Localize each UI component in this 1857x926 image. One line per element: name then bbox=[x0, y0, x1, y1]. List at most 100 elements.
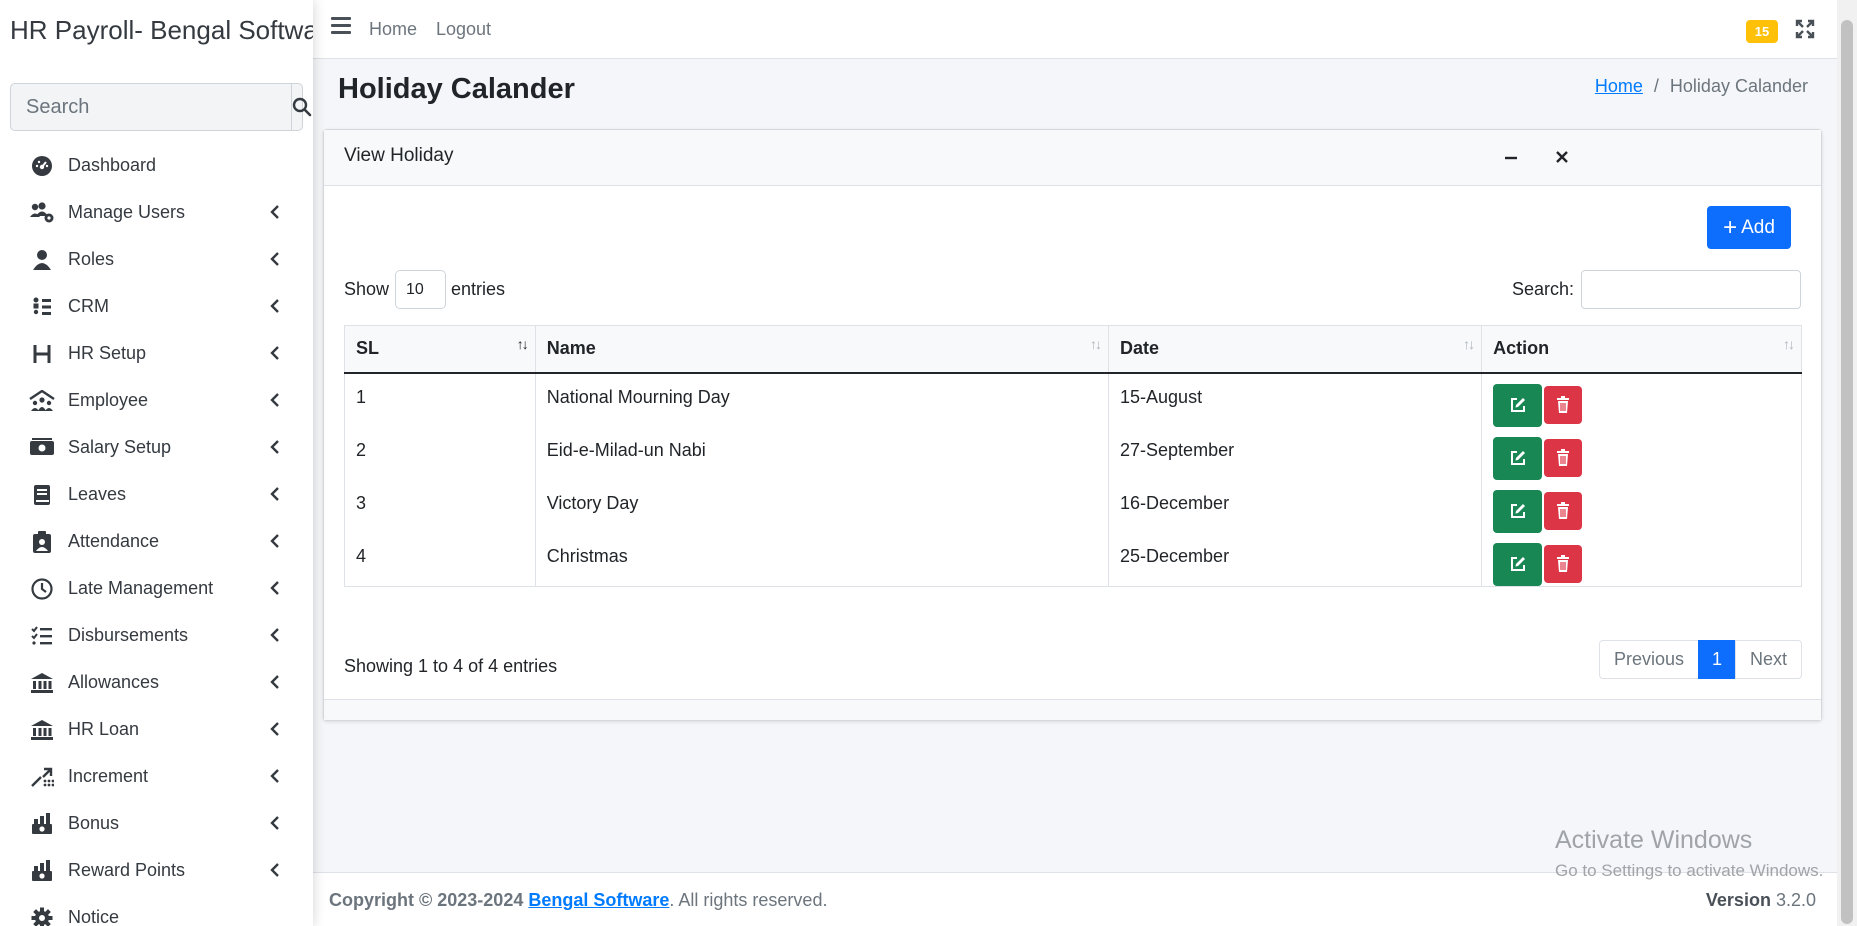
plus-icon: + bbox=[1723, 213, 1738, 241]
chevron-left-icon bbox=[270, 298, 280, 319]
cell-action bbox=[1481, 426, 1802, 480]
delete-button[interactable] bbox=[1544, 544, 1583, 583]
sidebar-item-reward-points[interactable]: Reward Points bbox=[0, 847, 313, 894]
sidebar-item-employee[interactable]: Employee bbox=[0, 377, 313, 424]
sidebar-item-roles[interactable]: Roles bbox=[0, 236, 313, 283]
edit-button[interactable] bbox=[1493, 489, 1543, 533]
column-header-action[interactable]: Action ↑↓ bbox=[1481, 325, 1802, 374]
breadcrumb-home-link[interactable]: Home bbox=[1595, 76, 1643, 96]
add-holiday-button[interactable]: + Add bbox=[1707, 206, 1791, 249]
column-header-sl[interactable]: SL ↑↓ bbox=[344, 325, 536, 374]
delete-button[interactable] bbox=[1544, 491, 1583, 530]
cell-sl: 3 bbox=[344, 479, 536, 533]
holiday-table: SL ↑↓ Name ↑↓ Date ↑↓ Action ↑↓ 1 National Mo… bbox=[344, 325, 1802, 587]
sidebar-item-dashboard[interactable]: Dashboard bbox=[0, 142, 313, 189]
sidebar-item-allowances[interactable]: Allowances bbox=[0, 659, 313, 706]
chevron-left-icon bbox=[270, 533, 280, 554]
column-header-name[interactable]: Name ↑↓ bbox=[534, 325, 1110, 374]
copyright: Copyright © 2023-2024 Bengal Software. A… bbox=[329, 890, 827, 911]
top-navbar: Home Logout 15 bbox=[313, 0, 1837, 59]
column-header-date[interactable]: Date ↑↓ bbox=[1108, 325, 1483, 374]
chevron-left-icon bbox=[270, 204, 280, 225]
sort-icon: ↑↓ bbox=[1090, 336, 1102, 352]
sort-icon: ↑↓ bbox=[1783, 336, 1795, 352]
sidebar-item-crm[interactable]: CRM bbox=[0, 283, 313, 330]
sidebar-item-salary-setup[interactable]: Salary Setup bbox=[0, 424, 313, 471]
sort-icon: ↑↓ bbox=[1463, 336, 1475, 352]
collapse-icon[interactable] bbox=[1500, 146, 1522, 168]
scrollbar-thumb[interactable] bbox=[1841, 20, 1853, 924]
chevron-left-icon bbox=[270, 251, 280, 272]
table-search-input[interactable] bbox=[1581, 270, 1801, 309]
sidebar-item-label: HR Setup bbox=[68, 343, 147, 363]
chevron-left-icon bbox=[270, 392, 280, 413]
sidebar-item-disbursements[interactable]: Disbursements bbox=[0, 612, 313, 659]
sidebar-item-notice[interactable]: Notice bbox=[0, 894, 313, 926]
edit-button[interactable] bbox=[1493, 436, 1543, 480]
sidebar-item-increment[interactable]: Increment bbox=[0, 753, 313, 800]
sidebar-search-button[interactable] bbox=[291, 84, 312, 130]
reward-chart-icon bbox=[28, 859, 56, 883]
chevron-left-icon bbox=[270, 674, 280, 695]
breadcrumb: Home / Holiday Calander bbox=[1595, 76, 1808, 97]
sidebar-item-hr-setup[interactable]: HR Setup bbox=[0, 330, 313, 377]
menu-toggle-icon[interactable] bbox=[331, 17, 351, 38]
sidebar-item-leaves[interactable]: Leaves bbox=[0, 471, 313, 518]
cell-sl: 4 bbox=[344, 532, 536, 587]
close-icon[interactable] bbox=[1551, 146, 1573, 168]
search-label: Search: bbox=[1511, 279, 1574, 299]
book-icon bbox=[28, 483, 56, 507]
watermark-subtitle: Go to Settings to activate Windows. bbox=[1555, 861, 1824, 880]
chevron-left-icon bbox=[270, 345, 280, 366]
brand-title[interactable]: HR Payroll- Bengal Software bbox=[0, 0, 313, 60]
delete-button[interactable] bbox=[1544, 438, 1583, 477]
nav-home-link[interactable]: Home bbox=[369, 19, 417, 40]
company-link[interactable]: Bengal Software bbox=[528, 890, 669, 910]
version: Version 3.2.0 bbox=[1706, 890, 1816, 911]
table-row: 1 National Mourning Day 15-August bbox=[344, 372, 1802, 427]
sidebar-item-label: Manage Users bbox=[68, 202, 186, 222]
notification-badge[interactable]: 15 bbox=[1746, 20, 1778, 43]
sidebar-search-input[interactable] bbox=[11, 84, 291, 130]
sidebar-item-label: Roles bbox=[68, 249, 115, 269]
version-label: Version bbox=[1705, 890, 1771, 910]
page-scrollbar[interactable] bbox=[1837, 0, 1857, 926]
edit-button[interactable] bbox=[1493, 383, 1543, 427]
sidebar-item-label: Employee bbox=[68, 390, 149, 410]
bank-icon bbox=[28, 718, 56, 742]
sidebar-item-hr-loan[interactable]: HR Loan bbox=[0, 706, 313, 753]
sidebar-nav: Dashboard Manage Users Roles CRM HR Setup Emp… bbox=[0, 142, 313, 926]
cell-date: 16-December bbox=[1108, 479, 1483, 533]
sidebar-item-late-management[interactable]: Late Management bbox=[0, 565, 313, 612]
chevron-left-icon bbox=[270, 627, 280, 648]
chevron-left-icon bbox=[270, 439, 280, 460]
pagination-next[interactable]: Next bbox=[1734, 640, 1802, 679]
sidebar-item-label: Disbursements bbox=[68, 625, 189, 645]
cell-name: Victory Day bbox=[534, 479, 1110, 533]
pagination-page-1[interactable]: 1 bbox=[1697, 640, 1736, 679]
show-label: Show bbox=[344, 279, 390, 299]
sidebar-item-manage-users[interactable]: Manage Users bbox=[0, 189, 313, 236]
sidebar-item-attendance[interactable]: Attendance bbox=[0, 518, 313, 565]
table-search: Search: bbox=[1512, 270, 1801, 309]
edit-button[interactable] bbox=[1493, 542, 1543, 586]
gear-icon bbox=[28, 906, 56, 926]
entries-label: entries bbox=[451, 279, 506, 299]
cell-name: Eid-e-Milad-un Nabi bbox=[534, 426, 1110, 480]
nav-logout-link[interactable]: Logout bbox=[436, 19, 491, 40]
sidebar-item-label: Bonus bbox=[68, 813, 120, 833]
sort-icon: ↑↓ bbox=[516, 336, 529, 352]
table-row: 2 Eid-e-Milad-un Nabi 27-September bbox=[344, 426, 1802, 480]
search-icon bbox=[292, 97, 312, 117]
entries-per-page-select[interactable]: 10 bbox=[395, 270, 447, 309]
cell-action bbox=[1481, 479, 1802, 533]
cell-name: Christmas bbox=[534, 532, 1110, 587]
delete-button[interactable] bbox=[1544, 385, 1583, 424]
sidebar-item-bonus[interactable]: Bonus bbox=[0, 800, 313, 847]
fullscreen-icon[interactable] bbox=[1795, 19, 1815, 45]
sidebar-item-label: Salary Setup bbox=[68, 437, 172, 457]
entries-per-page-value: 10 bbox=[406, 280, 424, 298]
sidebar-item-label: Attendance bbox=[68, 531, 160, 551]
money-icon bbox=[28, 436, 56, 460]
pagination-previous[interactable]: Previous bbox=[1598, 640, 1699, 679]
